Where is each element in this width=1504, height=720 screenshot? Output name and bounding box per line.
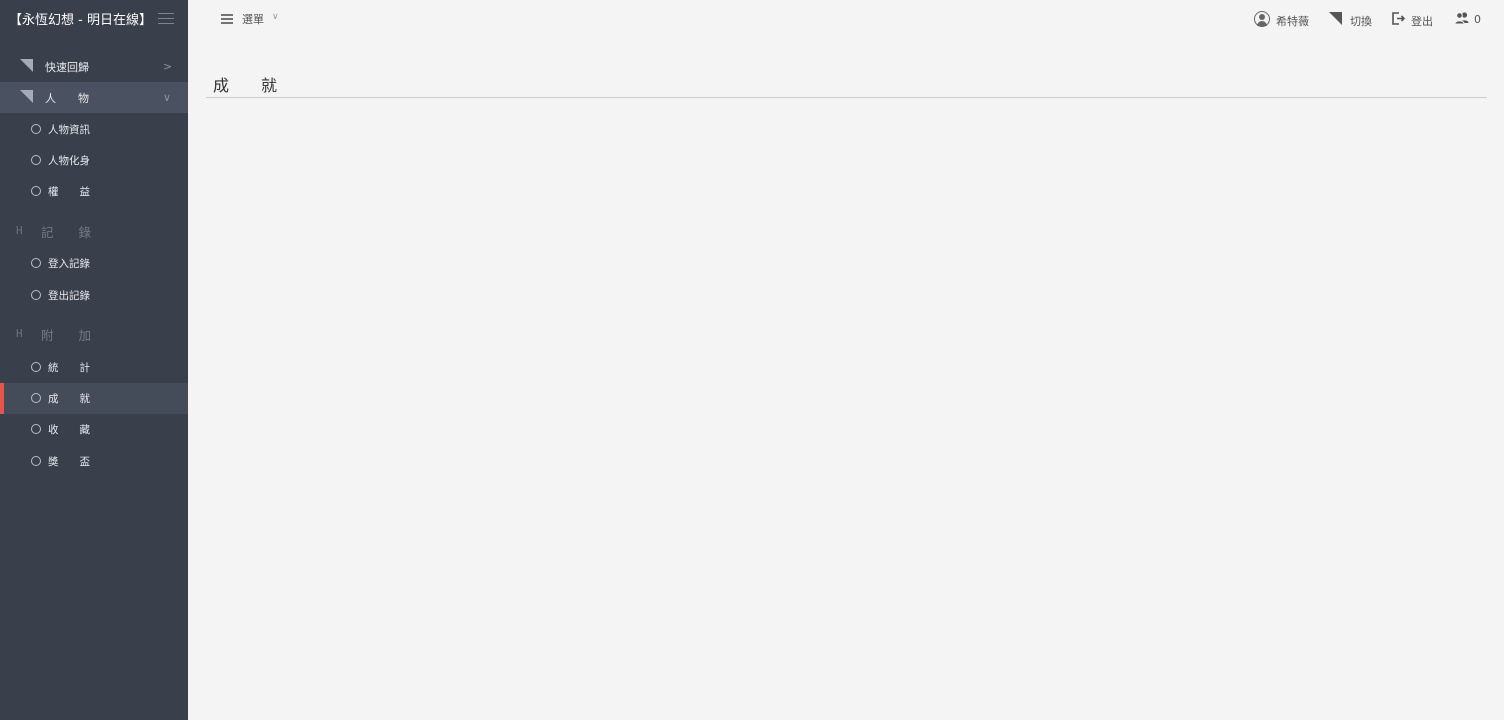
- page-title: 成 就: [213, 76, 278, 95]
- circle-icon: [31, 124, 41, 134]
- switch-button[interactable]: 切換: [1329, 11, 1377, 29]
- online-users-button[interactable]: 0: [1454, 11, 1490, 29]
- sidebar-item-quick-return[interactable]: 快速回歸 >: [0, 51, 188, 82]
- sidebar-item-logout-records[interactable]: 登出記錄: [0, 280, 188, 311]
- section-label: 附 加: [41, 328, 92, 343]
- section-extras: H 附 加: [0, 321, 188, 347]
- sidebar-item-label: 登出記錄: [48, 290, 90, 302]
- circle-icon: [31, 258, 41, 268]
- sidebar-item-login-records[interactable]: 登入記錄: [0, 248, 188, 279]
- online-count: 0: [1474, 13, 1481, 26]
- switch-label: 切換: [1350, 15, 1372, 28]
- chevron-down-icon: ∨: [272, 12, 279, 22]
- circle-icon: [31, 290, 41, 300]
- sidebar-item-collection[interactable]: 收 藏: [0, 414, 188, 445]
- sidebar-item-label: 人物化身: [48, 155, 90, 167]
- circle-icon: [31, 393, 41, 403]
- sidebar-item-statistics[interactable]: 統 計: [0, 352, 188, 383]
- user-profile-button[interactable]: 希特薇: [1254, 11, 1314, 29]
- sidebar-item-label: 獎 盃: [48, 456, 90, 468]
- sidebar-item-label: 統 計: [48, 362, 90, 374]
- flag-icon: [1329, 12, 1342, 25]
- sidebar-item-label: 登入記錄: [48, 258, 90, 270]
- sidebar-item-rights[interactable]: 權 益: [0, 176, 188, 207]
- heading-icon: H: [16, 224, 23, 237]
- title-divider: [206, 97, 1487, 98]
- circle-icon: [31, 362, 41, 372]
- sidebar-item-person-info[interactable]: 人物資訊: [0, 114, 188, 145]
- chevron-down-icon: ∨: [163, 91, 172, 104]
- logout-icon: [1392, 12, 1406, 25]
- sidebar-item-label: 快速回歸: [45, 61, 89, 74]
- sidebar-item-label: 權 益: [48, 186, 90, 198]
- sidebar-item-person[interactable]: 人 物 ∨: [0, 82, 188, 113]
- menu-label: 選單: [242, 13, 264, 26]
- sidebar-item-label: 人 物: [45, 92, 89, 105]
- logout-button[interactable]: 登出: [1391, 11, 1441, 29]
- menu-icon: [221, 14, 233, 26]
- circle-icon: [31, 424, 41, 434]
- sidebar-item-label: 成 就: [48, 393, 90, 405]
- sidebar-item-person-avatar[interactable]: 人物化身: [0, 145, 188, 176]
- app-title: 【永恆幻想 - 明日在線】: [9, 13, 152, 28]
- chevron-right-icon: >: [163, 60, 173, 73]
- sidebar-item-trophies[interactable]: 獎 盃: [0, 446, 188, 477]
- user-icon: [1254, 11, 1270, 27]
- sidebar-toggle-icon[interactable]: [158, 13, 174, 25]
- heading-icon: H: [16, 327, 23, 340]
- sidebar-item-label: 收 藏: [48, 424, 90, 436]
- section-records: H 記 錄: [0, 218, 188, 244]
- flag-icon: [20, 59, 33, 72]
- sidebar-item-label: 人物資訊: [48, 124, 90, 136]
- logout-label: 登出: [1411, 15, 1433, 28]
- users-icon: [1454, 12, 1469, 25]
- circle-icon: [31, 186, 41, 196]
- user-name: 希特薇: [1276, 15, 1309, 28]
- sidebar-item-achievements[interactable]: 成 就: [0, 383, 188, 414]
- circle-icon: [31, 456, 41, 466]
- active-indicator: [0, 383, 4, 414]
- flag-icon: [20, 90, 33, 103]
- section-label: 記 錄: [41, 225, 92, 240]
- sidebar: 【永恆幻想 - 明日在線】 快速回歸 > 人 物 ∨ 人物資訊 人物化身 權 益…: [0, 0, 188, 720]
- topbar: 選單 ∨ 希特薇 切換 登出 0: [188, 0, 1504, 38]
- circle-icon: [31, 155, 41, 165]
